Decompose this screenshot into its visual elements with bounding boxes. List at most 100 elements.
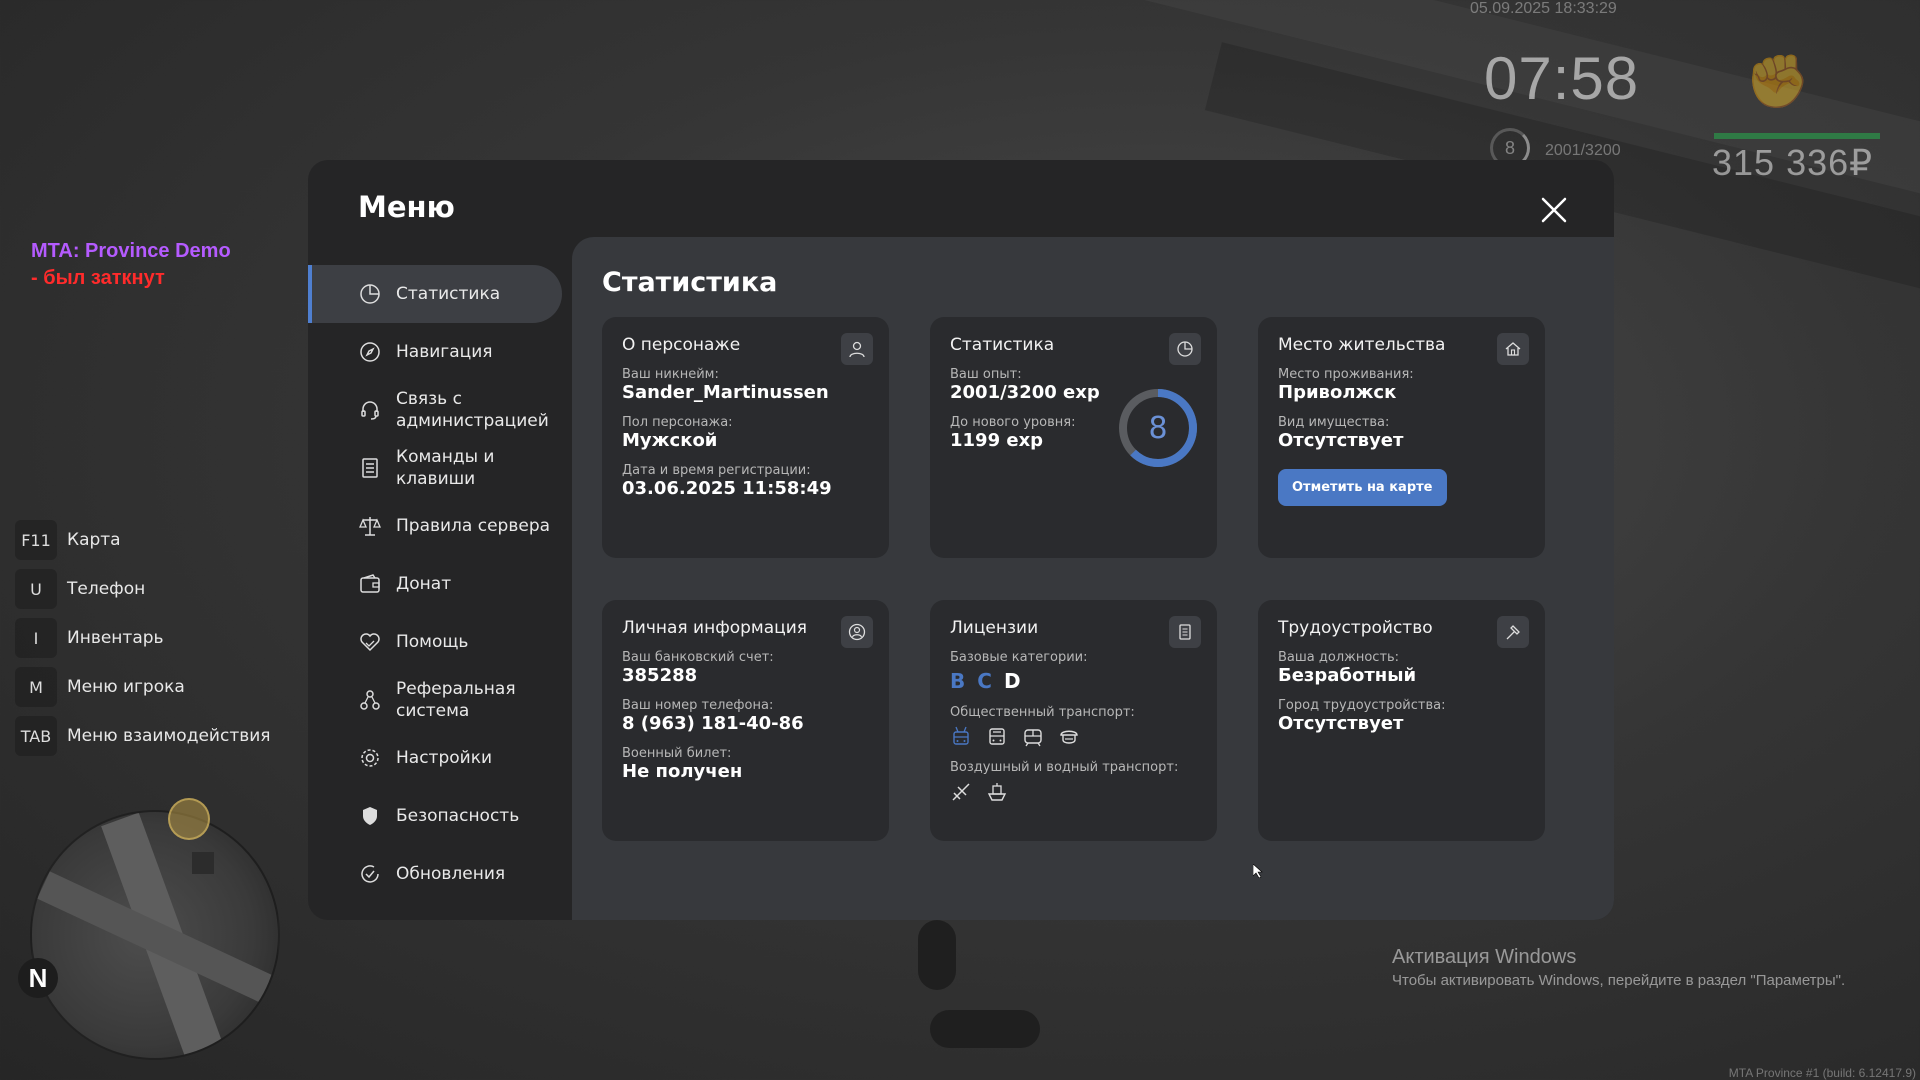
sidebar-item-label: Безопасность (396, 806, 520, 826)
hud-exp: 2001/3200 (1545, 142, 1621, 159)
user-circle-icon (848, 623, 866, 641)
sidebar-item-rules[interactable]: Правила сервера (308, 497, 562, 555)
hud-money: 315 336₽ (1712, 142, 1874, 183)
compass-icon (360, 342, 380, 362)
sidebar-item-label: Настройки (396, 748, 493, 768)
sidebar-item-settings[interactable]: Настройки (308, 729, 562, 787)
hotkey-interaction-menu: TAB Меню взаимодействия (15, 714, 271, 758)
wallet-icon (360, 574, 380, 593)
job-city-value: Отсутствует (1278, 713, 1404, 734)
license-icon (1179, 624, 1191, 640)
hotkey-key: I (15, 618, 57, 658)
sidebar-item-admin-contact[interactable]: Связь с администрацией (308, 381, 562, 439)
hotkey-map: F11 Карта (15, 518, 271, 562)
character-model (910, 920, 1050, 1060)
server-name: MTA: Province Demo (31, 240, 231, 262)
ship-icon (987, 783, 1007, 801)
card-title: Место жительства (1278, 335, 1446, 355)
registration-label: Дата и время регистрации: (622, 463, 811, 478)
hotkey-key: TAB (15, 716, 57, 756)
air-water-transport-label: Воздушный и водный транспорт: (950, 760, 1179, 775)
hotkey-player-menu: M Меню игрока (15, 665, 271, 709)
close-button[interactable] (1538, 194, 1570, 226)
character-shoe (930, 1010, 1040, 1048)
heart-hand-icon (360, 633, 380, 652)
minimap-marker (168, 798, 210, 840)
sidebar-item-help[interactable]: Помощь (308, 613, 562, 671)
hotkey-label: Карта (67, 530, 121, 550)
air-water-transport-icons (950, 781, 1197, 803)
phone-value: 8 (963) 181-40-86 (622, 713, 804, 734)
hotkey-list: F11 Карта U Телефон I Инвентарь M Меню и… (15, 518, 271, 763)
pie-chart-icon (360, 284, 380, 304)
tram-icon (1024, 729, 1042, 747)
sidebar-item-navigation[interactable]: Навигация (308, 323, 562, 381)
license-categories: B C D (950, 669, 1197, 693)
exp-label: Ваш опыт: (950, 367, 1022, 382)
hammer-icon (1506, 625, 1520, 640)
hotkey-key: F11 (15, 520, 57, 560)
sidebar-item-label: Статистика (396, 284, 501, 304)
sidebar-item-label: Помощь (396, 632, 469, 652)
sidebar-item-statistics[interactable]: Статистика (308, 265, 562, 323)
card-icon-box (1169, 616, 1201, 648)
hotkey-label: Телефон (67, 579, 146, 599)
headset-icon (361, 401, 379, 420)
minimap-building (192, 852, 214, 874)
license-category-b: B (950, 669, 966, 693)
gender-value: Мужской (622, 430, 718, 451)
build-info: MTA Province #1 (build: 6.12417.9) (1728, 1066, 1916, 1080)
content-title: Статистика (602, 267, 778, 298)
card-icon-box (1497, 333, 1529, 365)
health-bar (1714, 133, 1880, 139)
bus-icon (989, 728, 1005, 745)
content-panel: Статистика О персонаже Ваш никнейм: Sand… (572, 237, 1614, 920)
license-category-d: D (1003, 669, 1021, 693)
sidebar-item-security[interactable]: Безопасность (308, 787, 562, 845)
hotkey-phone: U Телефон (15, 567, 271, 611)
card-job: Трудоустройство Ваша должность: Безработ… (1258, 600, 1545, 841)
residence-value: Приволжск (1278, 382, 1397, 403)
sidebar-item-label: Навигация (396, 342, 493, 362)
sidebar-item-updates[interactable]: Обновления (308, 845, 562, 903)
north-indicator: N (18, 958, 58, 998)
property-label: Вид имущества: (1278, 415, 1390, 430)
hotkey-key: U (15, 569, 57, 609)
bank-label: Ваш банковский счет: (622, 650, 774, 665)
menu-modal: Меню Статистика Навигация Связь с админи… (308, 160, 1614, 920)
card-residence: Место жительства Место проживания: Приво… (1258, 317, 1545, 558)
airplane-icon (952, 783, 970, 801)
card-title: Статистика (950, 335, 1055, 355)
minimap (30, 810, 280, 1060)
hotkey-label: Меню взаимодействия (67, 726, 271, 746)
sidebar-item-label: Донат (396, 574, 452, 594)
hotkey-label: Меню игрока (67, 677, 185, 697)
hud-clock: 07:58 (1484, 45, 1640, 112)
refresh-icon (361, 865, 379, 883)
card-icon-box (1169, 333, 1201, 365)
sidebar-item-commands[interactable]: Команды и клавиши (308, 439, 562, 497)
mouse-cursor-icon (1253, 864, 1263, 878)
hotkey-key: M (15, 667, 57, 707)
sidebar-item-referral[interactable]: Реферальная система (308, 671, 562, 729)
server-status: - был заткнут (31, 267, 165, 289)
gender-label: Пол персонажа: (622, 415, 733, 430)
card-icon-box (841, 616, 873, 648)
hud-datetime: 05.09.2025 18:33:29 (1470, 0, 1617, 17)
public-transport-label: Общественный транспорт: (950, 705, 1135, 720)
sidebar-item-donate[interactable]: Донат (308, 555, 562, 613)
card-licenses: Лицензии Базовые категории: B C D Общест… (930, 600, 1217, 841)
position-label: Ваша должность: (1278, 650, 1400, 665)
bank-value: 385288 (622, 665, 698, 686)
registration-value: 03.06.2025 11:58:49 (622, 478, 832, 499)
mark-on-map-button[interactable]: Отметить на карте (1278, 469, 1447, 506)
public-transport-icons (950, 726, 1197, 748)
military-label: Военный билет: (622, 746, 732, 761)
fist-icon: ✊ (1745, 52, 1810, 112)
card-personal: Личная информация Ваш банковский счет: 3… (602, 600, 889, 841)
card-stats: Статистика Ваш опыт: 2001/3200 exp До но… (930, 317, 1217, 558)
home-icon (1505, 342, 1521, 356)
phone-label: Ваш номер телефона: (622, 698, 774, 713)
sidebar-item-label: Обновления (396, 864, 506, 884)
windows-activation-subtitle: Чтобы активировать Windows, перейдите в … (1392, 972, 1846, 989)
